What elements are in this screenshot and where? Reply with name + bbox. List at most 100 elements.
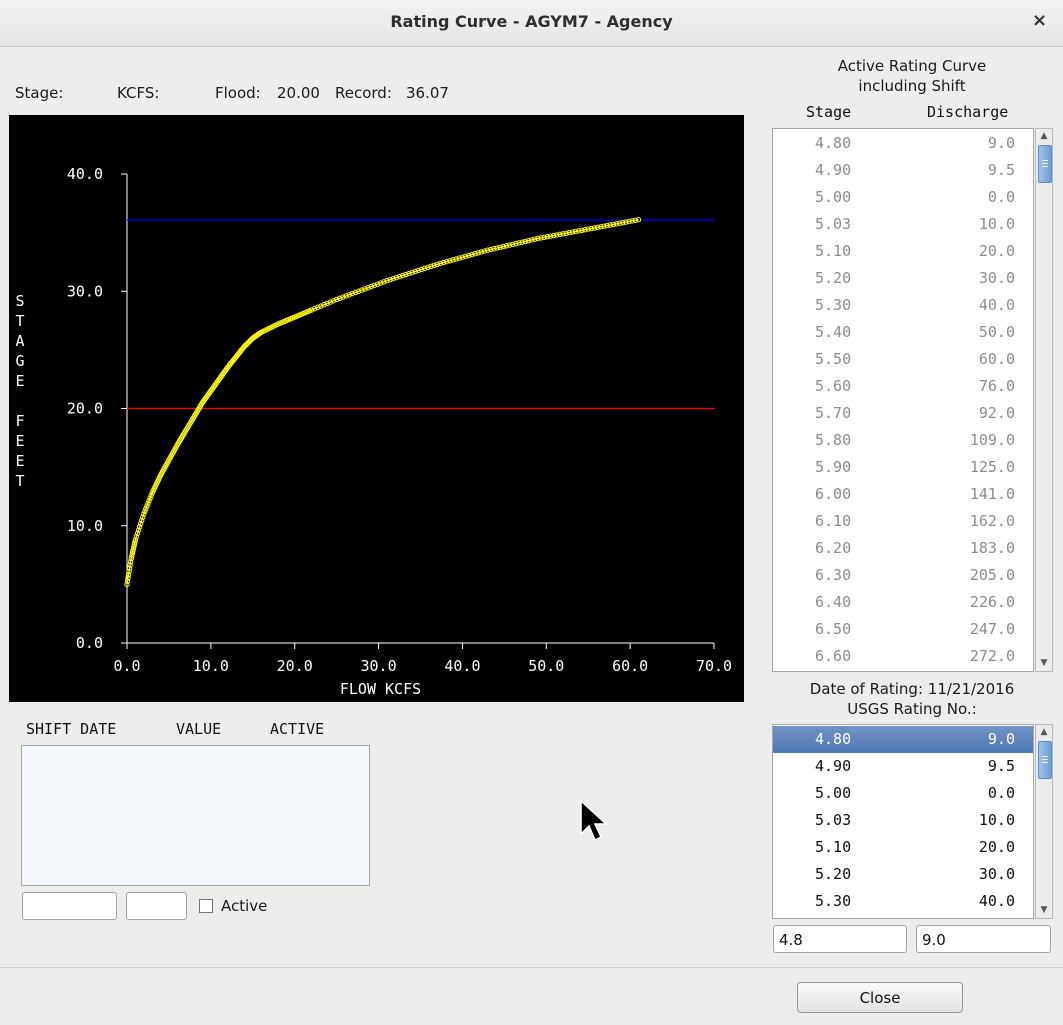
list-item[interactable]: 5.03 10.0: [773, 211, 1033, 238]
y-tick-label: 0.0: [76, 634, 103, 652]
list-item[interactable]: 5.20 30.0: [773, 861, 1033, 888]
scroll-down-icon[interactable]: ▼: [1036, 903, 1052, 918]
scroll-thumb[interactable]: [1038, 145, 1052, 183]
stage-cell: 4.90: [815, 161, 852, 179]
usgs-rating-scrollbar[interactable]: ▲ ▼: [1035, 724, 1053, 919]
stage-cell: 5.10: [815, 838, 852, 856]
discharge-cell: 141.0: [969, 485, 1015, 503]
stage-column-header: Stage: [806, 103, 852, 121]
active-curve-title: Active Rating Curve: [837, 57, 987, 75]
list-item[interactable]: 5.20 30.0: [773, 265, 1033, 292]
list-item[interactable]: 5.00 0.0: [773, 780, 1033, 807]
stage-cell: 5.30: [815, 296, 852, 314]
rating-curve-plot: 0.0 10.0 20.0 30.0 40.0 0.0 10.0 20.0 30.0 40.0 50…: [9, 115, 744, 702]
discharge-cell: 50.0: [978, 323, 1015, 341]
discharge-cell: 9.0: [987, 134, 1015, 152]
list-item[interactable]: 5.30 40.0: [773, 888, 1033, 915]
stage-cell: 6.50: [815, 620, 852, 638]
list-item[interactable]: 4.80 9.0: [773, 130, 1033, 157]
scroll-down-icon[interactable]: ▼: [1036, 656, 1052, 671]
list-item[interactable]: 4.90 9.5: [773, 157, 1033, 184]
active-checkbox[interactable]: [199, 899, 213, 913]
y-axis-label: T: [15, 312, 24, 330]
discharge-cell: 125.0: [969, 458, 1015, 476]
discharge-cell: 30.0: [978, 269, 1015, 287]
active-checkbox-label: Active: [221, 897, 268, 915]
list-item[interactable]: 5.10 20.0: [773, 834, 1033, 861]
close-window-icon[interactable]: ×: [1032, 10, 1047, 31]
stage-cell: 4.90: [815, 757, 852, 775]
list-item[interactable]: 6.40 226.0: [773, 589, 1033, 616]
usgs-rating-list[interactable]: 4.80 9.0 4.90 9.5 5.00 0.0 5.03 10.0 5.10 20.0 5.2…: [772, 724, 1034, 919]
stage-cell: 5.40: [815, 323, 852, 341]
discharge-column-header: Discharge: [927, 103, 1009, 121]
scroll-thumb[interactable]: [1038, 741, 1052, 779]
list-item[interactable]: 6.00 141.0: [773, 481, 1033, 508]
y-tick-label: 30.0: [67, 282, 103, 300]
discharge-cell: 20.0: [978, 242, 1015, 260]
discharge-cell: 205.0: [969, 566, 1015, 584]
list-item[interactable]: 5.60 76.0: [773, 373, 1033, 400]
shift-value-input[interactable]: [126, 892, 187, 920]
stage-input[interactable]: 4.8: [773, 925, 907, 953]
y-tick-label: 10.0: [67, 517, 103, 535]
list-item[interactable]: 4.90 9.5: [773, 753, 1033, 780]
stage-cell: 5.70: [815, 404, 852, 422]
y-axis-label: E: [15, 372, 24, 390]
x-tick-label: 40.0: [444, 657, 480, 675]
list-item[interactable]: 6.50 247.0: [773, 616, 1033, 643]
x-tick-label: 60.0: [612, 657, 648, 675]
close-button[interactable]: Close: [797, 982, 963, 1013]
list-item[interactable]: 5.40 50.0: [773, 319, 1033, 346]
scroll-up-icon[interactable]: ▲: [1036, 725, 1052, 740]
shift-active-header: ACTIVE: [270, 720, 325, 738]
list-item[interactable]: 6.20 183.0: [773, 535, 1033, 562]
active-curve-list[interactable]: 4.80 9.0 4.90 9.5 5.00 0.0 5.03 10.0 5.10 20.0 5.2…: [772, 128, 1034, 672]
rating-curve-chart: 0.0 10.0 20.0 30.0 40.0 0.0 10.0 20.0 30.0 40.0 50…: [15, 165, 732, 698]
stage-cell: 5.60: [815, 377, 852, 395]
discharge-cell: 247.0: [969, 620, 1015, 638]
shift-value-header: VALUE: [176, 720, 222, 738]
list-item[interactable]: 6.10 162.0: [773, 508, 1033, 535]
list-item[interactable]: 4.80 9.0: [773, 726, 1033, 753]
list-item[interactable]: 5.80 109.0: [773, 427, 1033, 454]
list-item[interactable]: 5.10 20.0: [773, 238, 1033, 265]
shift-list[interactable]: [21, 745, 370, 886]
shift-date-input[interactable]: [22, 892, 117, 920]
title-bar: Rating Curve - AGYM7 - Agency ×: [0, 0, 1063, 47]
usgs-rating-number: USGS Rating No.:: [847, 700, 977, 718]
x-tick-label: 50.0: [528, 657, 564, 675]
discharge-cell: 60.0: [978, 350, 1015, 368]
stage-cell: 5.10: [815, 242, 852, 260]
y-axis-label: F: [15, 412, 24, 430]
y-axis-label: E: [15, 452, 24, 470]
discharge-cell: 109.0: [969, 431, 1015, 449]
x-tick-label: 70.0: [696, 657, 732, 675]
stage-cell: 5.90: [815, 458, 852, 476]
flood-label: Flood:: [215, 84, 261, 102]
list-item[interactable]: 6.30 205.0: [773, 562, 1033, 589]
discharge-input[interactable]: 9.0: [916, 925, 1051, 953]
stage-cell: 5.03: [815, 215, 852, 233]
y-tick-label: 20.0: [67, 400, 103, 418]
list-item[interactable]: 5.90 125.0: [773, 454, 1033, 481]
list-item[interactable]: 5.00 0.0: [773, 184, 1033, 211]
active-curve-subtitle: including Shift: [858, 77, 966, 95]
active-curve-scrollbar[interactable]: ▲ ▼: [1035, 128, 1053, 672]
discharge-cell: 10.0: [978, 811, 1015, 829]
y-tick-label: 40.0: [67, 165, 103, 183]
stage-cell: 5.00: [815, 784, 852, 802]
list-item[interactable]: 5.70 92.0: [773, 400, 1033, 427]
stage-cell: 6.00: [815, 485, 852, 503]
stage-cell: 6.30: [815, 566, 852, 584]
record-label: Record:: [335, 84, 392, 102]
list-item[interactable]: 6.60 272.0: [773, 643, 1033, 670]
flood-value: 20.00: [277, 84, 320, 102]
scroll-up-icon[interactable]: ▲: [1036, 129, 1052, 144]
list-item[interactable]: 5.50 60.0: [773, 346, 1033, 373]
list-item[interactable]: 5.30 40.0: [773, 292, 1033, 319]
window-title: Rating Curve - AGYM7 - Agency: [390, 12, 673, 31]
list-item[interactable]: 5.03 10.0: [773, 807, 1033, 834]
x-tick-label: 10.0: [193, 657, 229, 675]
record-value: 36.07: [406, 84, 449, 102]
